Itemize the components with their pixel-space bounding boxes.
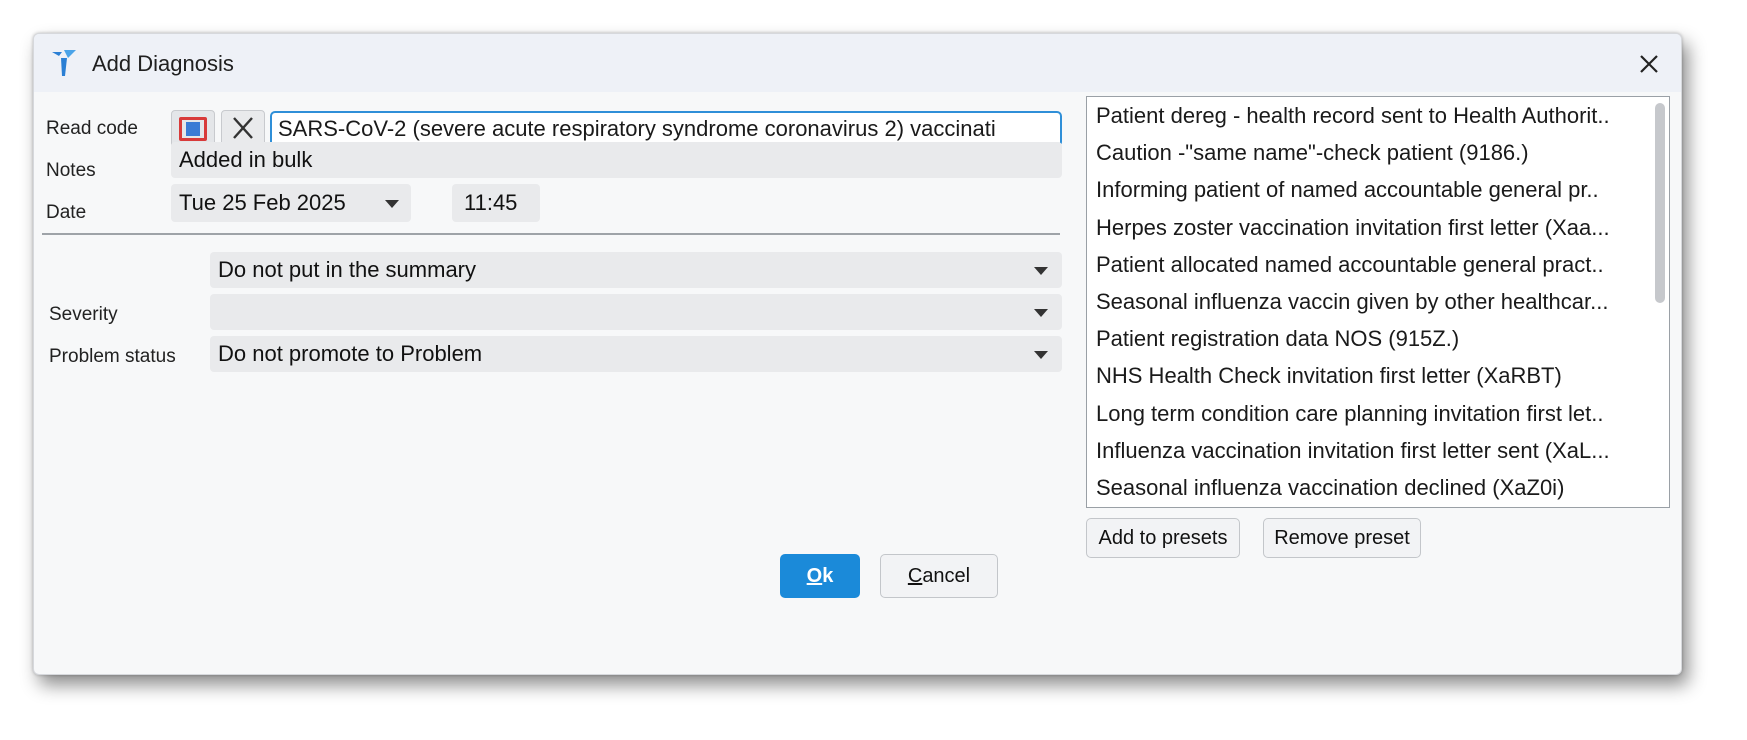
- problem-status-label: Problem status: [49, 346, 176, 367]
- ok-label-rest: k: [822, 564, 834, 587]
- add-to-presets-button[interactable]: Add to presets: [1086, 518, 1240, 558]
- list-item[interactable]: Informing patient of named accountable g…: [1087, 171, 1642, 208]
- list-item[interactable]: Influenza vaccination invitation first l…: [1087, 432, 1642, 469]
- list-item[interactable]: Influenza vaccination invitation 1st SMS…: [1087, 506, 1642, 507]
- time-field[interactable]: 11:45: [452, 184, 540, 222]
- summary-value: Do not put in the summary: [218, 257, 477, 282]
- date-value: Tue 25 Feb 2025: [179, 190, 346, 215]
- presets-items: Patient dereg - health record sent to He…: [1087, 97, 1669, 507]
- cancel-mnemonic: C: [907, 564, 923, 587]
- close-icon[interactable]: [1631, 46, 1667, 82]
- divider: [42, 233, 1060, 235]
- dialog-title: Add Diagnosis: [92, 51, 234, 76]
- remove-preset-button[interactable]: Remove preset: [1263, 518, 1421, 558]
- ok-mnemonic: O: [806, 564, 823, 587]
- list-item[interactable]: Seasonal influenza vaccin given by other…: [1087, 283, 1642, 320]
- chevron-down-icon: [1034, 351, 1048, 359]
- title-bar: Add Diagnosis: [34, 34, 1681, 92]
- date-label: Date: [46, 202, 87, 223]
- add-diagnosis-dialog: Add Diagnosis Read code SARS-CoV-2 (seve…: [33, 33, 1682, 675]
- ok-button[interactable]: Ok: [780, 554, 860, 598]
- chevron-down-icon: [1034, 309, 1048, 317]
- cancel-button[interactable]: Cancel: [880, 554, 998, 598]
- severity-label: Severity: [49, 304, 118, 325]
- list-item[interactable]: Caution -"same name"-check patient (9186…: [1087, 134, 1642, 171]
- scrollbar[interactable]: [1655, 103, 1665, 303]
- notes-label: Notes: [46, 160, 96, 181]
- date-picker[interactable]: Tue 25 Feb 2025: [171, 184, 411, 222]
- notes-field[interactable]: Added in bulk: [171, 142, 1062, 178]
- list-item[interactable]: Patient allocated named accountable gene…: [1087, 246, 1642, 283]
- chevron-down-icon: [385, 200, 399, 208]
- app-logo-icon: [52, 50, 76, 76]
- list-item[interactable]: Herpes zoster vaccination invitation fir…: [1087, 209, 1642, 246]
- list-item[interactable]: Patient dereg - health record sent to He…: [1087, 97, 1642, 134]
- severity-dropdown[interactable]: [210, 294, 1062, 330]
- presets-list[interactable]: Patient dereg - health record sent to He…: [1086, 96, 1670, 508]
- list-item[interactable]: Long term condition care planning invita…: [1087, 395, 1642, 432]
- picker-icon: [186, 122, 200, 136]
- list-item[interactable]: Seasonal influenza vaccination declined …: [1087, 469, 1642, 506]
- chevron-down-icon: [1034, 267, 1048, 275]
- problem-status-value: Do not promote to Problem: [218, 341, 483, 366]
- cancel-label-rest: ancel: [922, 564, 971, 587]
- summary-dropdown[interactable]: Do not put in the summary: [210, 252, 1062, 288]
- list-item[interactable]: Patient registration data NOS (915Z.): [1087, 320, 1642, 357]
- read-code-label: Read code: [46, 118, 138, 139]
- problem-status-dropdown[interactable]: Do not promote to Problem: [210, 336, 1062, 372]
- list-item[interactable]: NHS Health Check invitation first letter…: [1087, 357, 1642, 394]
